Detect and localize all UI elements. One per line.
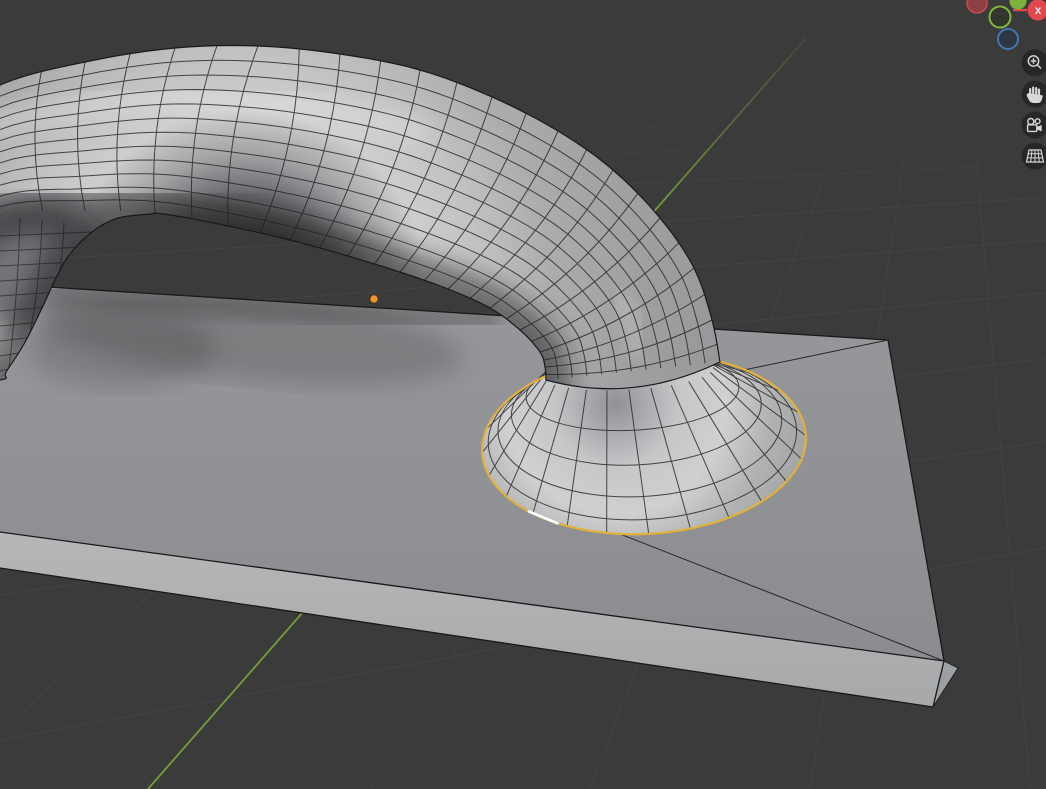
viewport-canvas[interactable]: X [0,0,1046,789]
gizmo-neg-y-ball[interactable] [990,7,1011,28]
blender-3d-viewport[interactable]: X [0,0,1046,789]
gizmo-neg-z-ball[interactable] [998,29,1018,49]
gizmo-neg-x-ball[interactable] [967,0,987,13]
object-origin [370,295,378,303]
gizmo-x-label: X [1035,6,1042,17]
